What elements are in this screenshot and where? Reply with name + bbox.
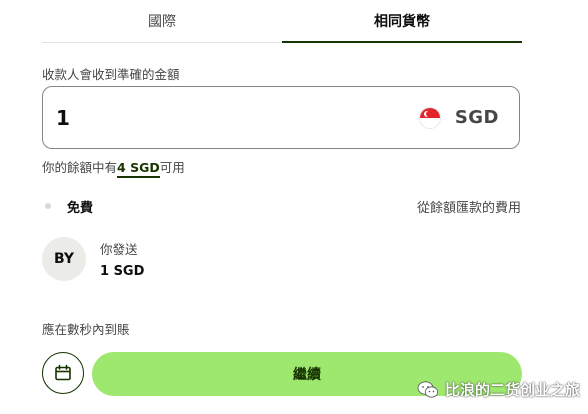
singapore-flag-icon: [418, 106, 441, 129]
calendar-icon: [55, 364, 71, 381]
balance-suffix: 可用: [159, 160, 185, 175]
fee-description: 從餘額匯款的費用: [416, 200, 521, 216]
available-balance: 你的餘額中有4 SGD可用: [42, 157, 185, 178]
amount-input[interactable]: [56, 105, 419, 130]
you-send-row: BY 你發送 1 SGD: [42, 236, 144, 282]
bullet-dot-icon: [45, 203, 51, 209]
schedule-button[interactable]: [42, 352, 84, 394]
send-money-panel: 國際 相同貨幣 收款人會收到準確的金額 SGD 你的餘額中有4 SGD可用 免費…: [0, 0, 588, 414]
balance-amount-link[interactable]: 4 SGD: [117, 160, 160, 178]
avatar: BY: [42, 237, 86, 281]
amount-field: SGD: [42, 86, 520, 149]
currency-code: SGD: [454, 107, 499, 128]
currency-selector[interactable]: SGD: [418, 106, 499, 129]
you-send-info: 你發送 1 SGD: [100, 239, 144, 279]
arrival-estimate: 應在數秒內到賬: [42, 322, 130, 337]
you-send-label: 你發送: [100, 242, 138, 257]
fee-amount: 免費: [67, 200, 94, 216]
balance-prefix: 你的餘額中有: [42, 160, 118, 175]
fee-row: 免費 從餘額匯款的費用: [42, 196, 522, 216]
tab-same-currency[interactable]: 相同貨幣: [282, 0, 522, 43]
you-send-amount: 1 SGD: [100, 264, 145, 279]
continue-button[interactable]: 繼續: [92, 352, 522, 396]
transfer-type-tabs: 國際 相同貨幣: [42, 0, 522, 43]
tab-international[interactable]: 國際: [42, 0, 282, 42]
recipient-gets-label: 收款人會收到準確的金額: [42, 67, 180, 82]
